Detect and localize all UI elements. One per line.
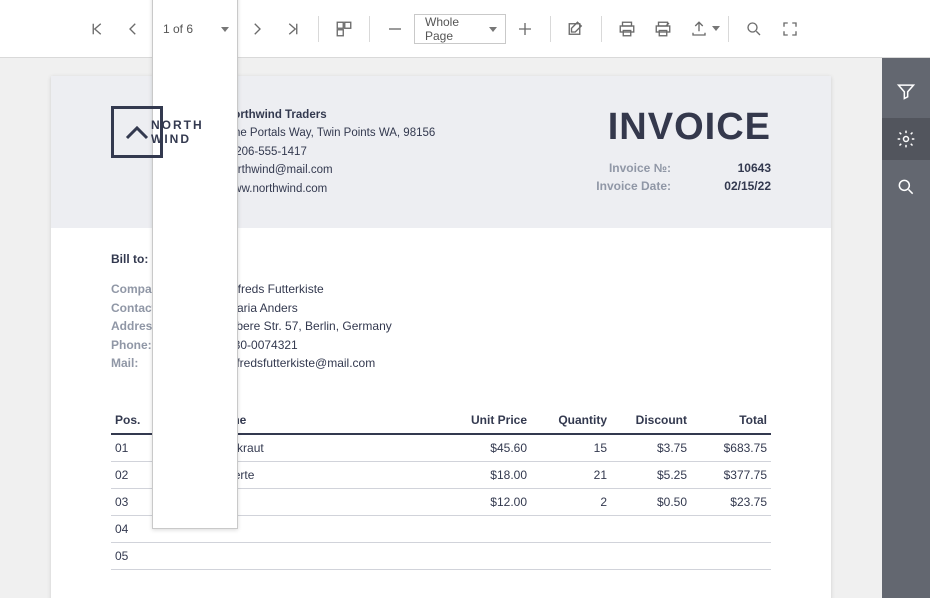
- col-unit: Unit Price: [451, 407, 531, 434]
- chevron-right-icon: [248, 20, 266, 38]
- plus-icon: [516, 20, 534, 38]
- cell-unit: $18.00: [451, 461, 531, 488]
- prev-page-button[interactable]: [116, 12, 150, 46]
- cell-discount: $5.25: [611, 461, 691, 488]
- separator: [550, 16, 551, 42]
- page-selector[interactable]: 1 of 6: [152, 0, 238, 529]
- edit-icon: [567, 20, 585, 38]
- export-icon: [690, 20, 708, 38]
- fullscreen-icon: [781, 20, 799, 38]
- cell-product: [161, 542, 451, 569]
- print-button[interactable]: [610, 12, 644, 46]
- first-page-button[interactable]: [80, 12, 114, 46]
- cell-discount: [611, 515, 691, 542]
- table-row: 05: [111, 542, 771, 569]
- cell-total: [691, 515, 771, 542]
- next-page-button[interactable]: [240, 12, 274, 46]
- logo-text-1: NORTH: [151, 118, 204, 132]
- search-icon: [896, 177, 916, 197]
- separator: [601, 16, 602, 42]
- zoom-selector-value: Whole Page: [425, 15, 481, 43]
- cell-discount: $0.50: [611, 488, 691, 515]
- bill-company: Alfreds Futterkiste: [227, 280, 324, 299]
- chevron-left-icon: [124, 20, 142, 38]
- company-web: www.northwind.com: [225, 180, 435, 198]
- cell-qty: 2: [531, 488, 611, 515]
- thumbnails-icon: [335, 20, 353, 38]
- last-page-icon: [284, 20, 302, 38]
- separator: [369, 16, 370, 42]
- zoom-in-button[interactable]: [508, 12, 542, 46]
- cell-discount: [611, 542, 691, 569]
- cell-qty: [531, 542, 611, 569]
- company-details: Northwind Traders One Portals Way, Twin …: [225, 106, 435, 198]
- thumbnails-button[interactable]: [327, 12, 361, 46]
- separator: [728, 16, 729, 42]
- viewer-toolbar: 1 of 6 Whole Page: [0, 0, 930, 58]
- company-logo: NORTH WIND: [111, 106, 201, 176]
- company-phone: 1-206-555-1417: [225, 143, 435, 161]
- cell-total: $377.75: [691, 461, 771, 488]
- cell-unit: $12.00: [451, 488, 531, 515]
- search-button[interactable]: [737, 12, 771, 46]
- right-rail: [882, 58, 930, 598]
- zoom-out-button[interactable]: [378, 12, 412, 46]
- col-total: Total: [691, 407, 771, 434]
- first-page-icon: [88, 20, 106, 38]
- chevron-up-icon: [125, 126, 149, 140]
- col-discount: Discount: [611, 407, 691, 434]
- company-name: Northwind Traders: [225, 106, 435, 124]
- caret-down-icon: [712, 26, 720, 31]
- cell-total: $683.75: [691, 434, 771, 462]
- company-address: One Portals Way, Twin Points WA, 98156: [225, 124, 435, 142]
- page-selector-value: 1 of 6: [163, 22, 193, 36]
- cell-discount: $3.75: [611, 434, 691, 462]
- export-button[interactable]: [682, 12, 716, 46]
- cell-qty: [531, 515, 611, 542]
- company-email: northwind@mail.com: [225, 161, 435, 179]
- logo-text-2: WIND: [151, 132, 204, 146]
- print-page-button[interactable]: [646, 12, 680, 46]
- cell-unit: $45.60: [451, 434, 531, 462]
- invoice-date-label: Invoice Date:: [581, 177, 671, 195]
- caret-down-icon: [489, 27, 497, 32]
- invoice-number-label: Invoice №:: [581, 159, 671, 177]
- invoice-number: 10643: [701, 159, 771, 177]
- search-panel-button[interactable]: [882, 166, 930, 208]
- cell-unit: [451, 515, 531, 542]
- invoice-title: INVOICE: [581, 106, 771, 149]
- bill-address: Obere Str. 57, Berlin, Germany: [227, 317, 392, 336]
- settings-panel-button[interactable]: [882, 118, 930, 160]
- cell-total: [691, 542, 771, 569]
- filter-panel-button[interactable]: [882, 70, 930, 112]
- edit-button[interactable]: [559, 12, 593, 46]
- zoom-selector[interactable]: Whole Page: [414, 14, 506, 44]
- bill-mail: alfredsfutterkiste@mail.com: [227, 354, 375, 373]
- cell-total: $23.75: [691, 488, 771, 515]
- fullscreen-button[interactable]: [773, 12, 807, 46]
- document-viewport: NORTH WIND Northwind Traders One Portals…: [0, 58, 882, 598]
- cell-pos: 05: [111, 542, 161, 569]
- print-page-icon: [654, 20, 672, 38]
- col-qty: Quantity: [531, 407, 611, 434]
- invoice-date: 02/15/22: [701, 177, 771, 195]
- cell-unit: [451, 542, 531, 569]
- caret-down-icon: [221, 27, 229, 32]
- filter-icon: [896, 81, 916, 101]
- minus-icon: [386, 20, 404, 38]
- search-icon: [745, 20, 763, 38]
- last-page-button[interactable]: [276, 12, 310, 46]
- cell-qty: 21: [531, 461, 611, 488]
- cell-qty: 15: [531, 434, 611, 462]
- gear-icon: [896, 129, 916, 149]
- print-icon: [618, 20, 636, 38]
- separator: [318, 16, 319, 42]
